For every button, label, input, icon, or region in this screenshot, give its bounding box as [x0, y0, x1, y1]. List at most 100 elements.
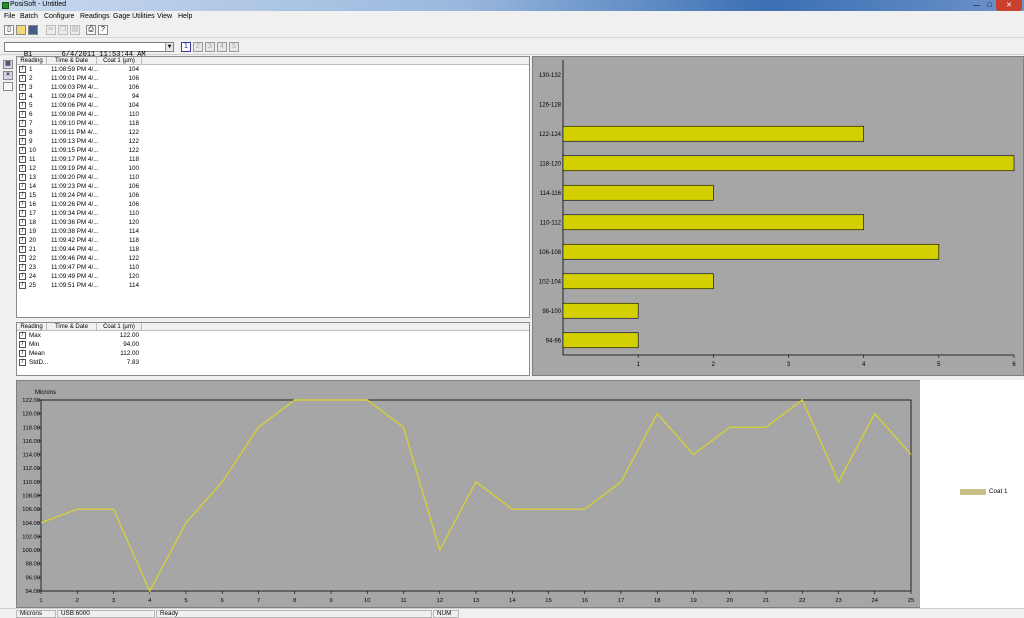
row-checkbox[interactable]: / — [19, 350, 26, 357]
table-row[interactable]: /7 11:09:10 PM 4/... 118 — [17, 119, 529, 128]
menu-gage-utilities[interactable]: Gage Utilities — [113, 13, 155, 20]
column-reading[interactable]: Reading — [17, 323, 47, 331]
save-icon[interactable] — [28, 25, 38, 35]
new-file-icon[interactable]: ▯ — [4, 25, 14, 35]
minimize-button[interactable]: — — [970, 0, 983, 11]
copy-icon[interactable]: ❐ — [58, 25, 68, 35]
row-checkbox[interactable]: / — [19, 228, 26, 235]
table-row[interactable]: /6 11:09:08 PM 4/... 110 — [17, 110, 529, 119]
table-row[interactable]: /3 11:09:03 PM 4/... 106 — [17, 83, 529, 92]
row-checkbox[interactable]: / — [19, 147, 26, 154]
row-checkbox[interactable]: / — [19, 66, 26, 73]
column-coat1[interactable]: Coat 1 (µm) — [97, 323, 142, 331]
row-checkbox[interactable]: / — [19, 237, 26, 244]
histogram-category-label: 94-96 — [546, 338, 562, 344]
menu-help[interactable]: Help — [178, 13, 192, 20]
column-time-date[interactable]: Time & Date — [47, 323, 97, 331]
page-button-3[interactable]: 3 — [205, 42, 215, 52]
row-checkbox[interactable]: / — [19, 138, 26, 145]
table-row[interactable]: /2 11:09:01 PM 4/... 106 — [17, 74, 529, 83]
row-checkbox[interactable]: / — [19, 183, 26, 190]
row-checkbox[interactable]: / — [19, 84, 26, 91]
row-checkbox[interactable]: / — [19, 102, 26, 109]
menu-batch[interactable]: Batch — [20, 13, 38, 20]
page-button-1[interactable]: 1 — [181, 42, 191, 52]
close-button[interactable]: ✕ — [996, 0, 1022, 11]
table-row[interactable]: /18 11:09:36 PM 4/... 120 — [17, 218, 529, 227]
table-row[interactable]: /17 11:09:34 PM 4/... 110 — [17, 209, 529, 218]
row-checkbox[interactable]: / — [19, 359, 26, 366]
chevron-down-icon[interactable]: ▼ — [165, 43, 173, 51]
cell-coat1: 118 — [128, 246, 139, 253]
app-icon — [2, 2, 9, 9]
table-row[interactable]: /14 11:09:23 PM 4/... 106 — [17, 182, 529, 191]
stats-row[interactable]: / StdD... 7.83 — [17, 358, 529, 367]
table-row[interactable]: /20 11:09:42 PM 4/... 118 — [17, 236, 529, 245]
column-time-date[interactable]: Time & Date — [47, 57, 97, 65]
row-checkbox[interactable]: / — [19, 192, 26, 199]
table-row[interactable]: /21 11:09:44 PM 4/... 118 — [17, 245, 529, 254]
row-checkbox[interactable]: / — [19, 332, 26, 339]
row-checkbox[interactable]: / — [19, 210, 26, 217]
stats-row[interactable]: / Mean 112.00 — [17, 349, 529, 358]
table-row[interactable]: /9 11:09:13 PM 4/... 122 — [17, 137, 529, 146]
row-checkbox[interactable]: / — [19, 273, 26, 280]
row-checkbox[interactable]: / — [19, 219, 26, 226]
maximize-button[interactable]: □ — [983, 0, 996, 11]
table-row[interactable]: /13 11:09:20 PM 4/... 110 — [17, 173, 529, 182]
row-checkbox[interactable]: / — [19, 165, 26, 172]
row-checkbox[interactable]: / — [19, 201, 26, 208]
paste-icon[interactable]: ▤ — [70, 25, 80, 35]
settings-icon[interactable]: ◌ — [3, 82, 13, 91]
batch-select[interactable]: B1 6/4/2011 11:53:44 AM ▼ — [4, 42, 174, 59]
column-coat1[interactable]: Coat 1 (µm) — [97, 57, 142, 65]
row-checkbox[interactable]: / — [19, 246, 26, 253]
help-icon[interactable]: ? — [98, 25, 108, 35]
row-checkbox[interactable]: / — [19, 264, 26, 271]
table-row[interactable]: /23 11:09:47 PM 4/... 110 — [17, 263, 529, 272]
open-folder-icon[interactable] — [16, 25, 26, 35]
row-checkbox[interactable]: / — [19, 255, 26, 262]
stats-row[interactable]: / Min 94.00 — [17, 340, 529, 349]
menu-readings[interactable]: Readings — [80, 13, 110, 20]
table-row[interactable]: /12 11:09:19 PM 4/... 100 — [17, 164, 529, 173]
table-row[interactable]: /11 11:09:17 PM 4/... 118 — [17, 155, 529, 164]
row-checkbox[interactable]: / — [19, 129, 26, 136]
table-view-icon[interactable]: ▦ — [3, 60, 13, 69]
table-row[interactable]: /19 11:09:38 PM 4/... 114 — [17, 227, 529, 236]
menu-file[interactable]: File — [4, 13, 15, 20]
table-row[interactable]: /16 11:09:26 PM 4/... 106 — [17, 200, 529, 209]
row-checkbox[interactable]: / — [19, 341, 26, 348]
table-row[interactable]: /22 11:09:46 PM 4/... 122 — [17, 254, 529, 263]
chart-view-icon[interactable]: ✕ — [3, 71, 13, 80]
table-row[interactable]: /15 11:09:24 PM 4/... 106 — [17, 191, 529, 200]
table-row[interactable]: /1 11:08:59 PM 4/... 104 — [17, 65, 529, 74]
stats-row[interactable]: / Max 122.00 — [17, 331, 529, 340]
print-icon[interactable]: ⎙ — [86, 25, 96, 35]
line-chart-y-tick-label: 118.00 — [23, 425, 40, 431]
column-reading[interactable]: Reading — [17, 57, 47, 65]
table-row[interactable]: /10 11:09:15 PM 4/... 122 — [17, 146, 529, 155]
row-checkbox[interactable]: / — [19, 156, 26, 163]
page-button-2[interactable]: 2 — [193, 42, 203, 52]
table-row[interactable]: /8 11:09:11 PM 4/... 122 — [17, 128, 529, 137]
page-button-5[interactable]: 5 — [229, 42, 239, 52]
cut-icon[interactable]: ✂ — [46, 25, 56, 35]
row-checkbox[interactable]: / — [19, 93, 26, 100]
menu-configure[interactable]: Configure — [44, 13, 74, 20]
page-button-4[interactable]: 4 — [217, 42, 227, 52]
table-row[interactable]: /25 11:09:51 PM 4/... 114 — [17, 281, 529, 290]
row-checkbox[interactable]: / — [19, 111, 26, 118]
row-checkbox[interactable]: / — [19, 75, 26, 82]
line-chart-y-tick-label: 94.00 — [25, 589, 40, 595]
menu-view[interactable]: View — [157, 13, 172, 20]
row-checkbox[interactable]: / — [19, 120, 26, 127]
row-checkbox[interactable]: / — [19, 174, 26, 181]
cell-coat1: 110 — [128, 111, 139, 118]
cell-coat1: 104 — [128, 102, 139, 109]
table-row[interactable]: /4 11:09:04 PM 4/... 94 — [17, 92, 529, 101]
table-row[interactable]: /24 11:09:49 PM 4/... 120 — [17, 272, 529, 281]
cell-reading: 23 — [29, 264, 37, 271]
row-checkbox[interactable]: / — [19, 282, 26, 289]
table-row[interactable]: /5 11:09:06 PM 4/... 104 — [17, 101, 529, 110]
